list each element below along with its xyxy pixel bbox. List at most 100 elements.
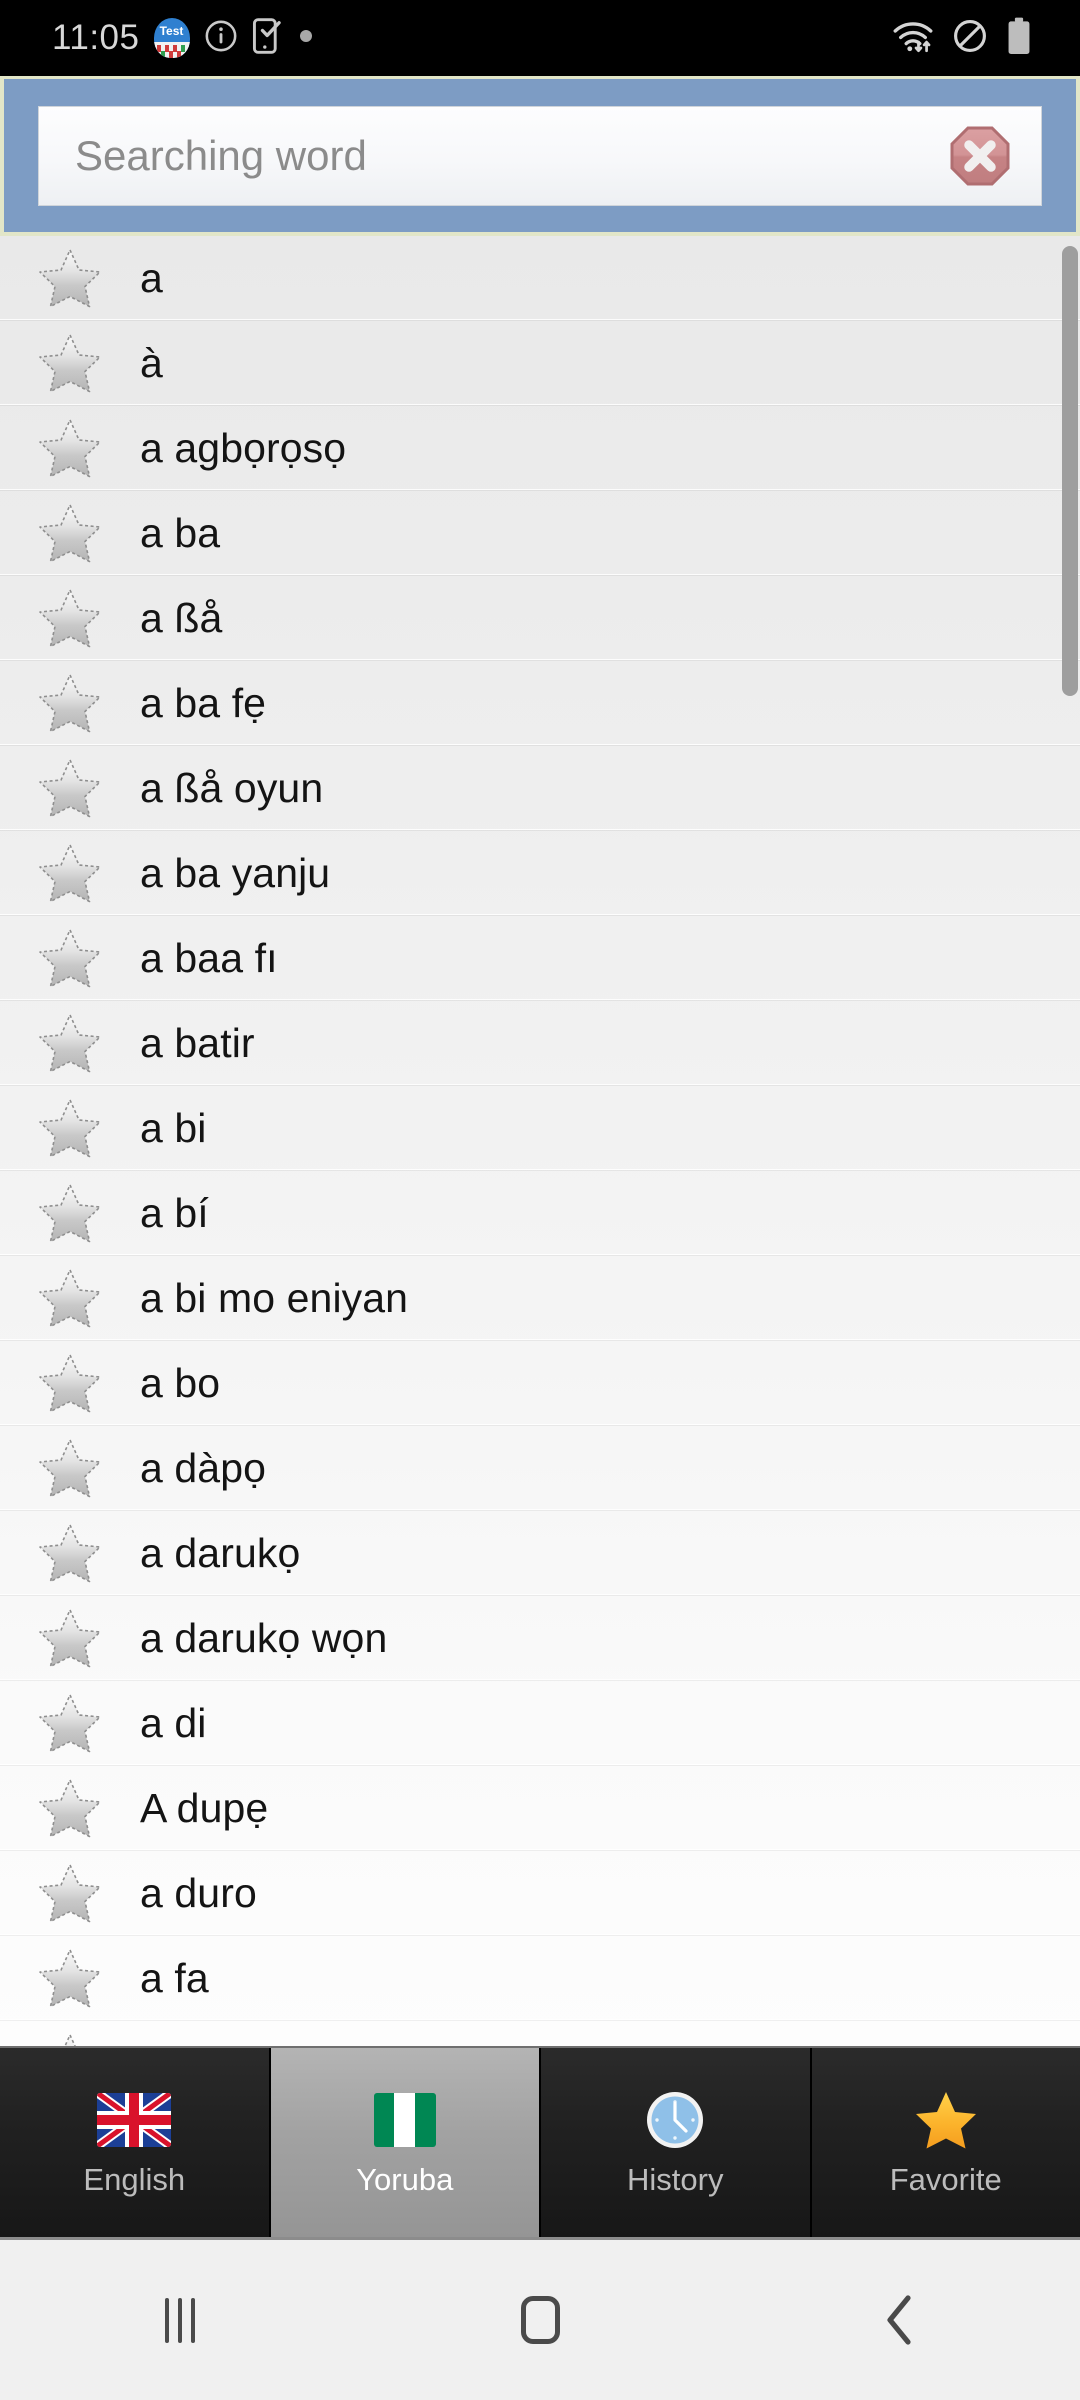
recents-button[interactable]	[120, 2260, 240, 2380]
word-label: a bí	[140, 1189, 209, 1236]
favorite-star-outline-icon[interactable]	[38, 1692, 102, 1754]
word-label: A dupẹ	[140, 1784, 269, 1831]
word-list[interactable]: aà a agbọrọsọ a ba a ßå a ba fẹ a ßå oyun a ba…	[0, 236, 1080, 2046]
test-app-badge-base	[153, 42, 190, 58]
word-label: a fa	[140, 1954, 209, 2001]
battery-full-icon	[1006, 17, 1032, 60]
wifi-data-icon	[892, 19, 934, 58]
word-list-item[interactable]: a ba fẹ	[0, 661, 1080, 746]
favorite-star-outline-icon[interactable]	[38, 672, 102, 734]
status-bar: 11:05 Test	[0, 0, 1080, 76]
favorite-star-outline-icon[interactable]	[38, 1947, 102, 2009]
favorite-star-outline-icon[interactable]	[38, 2032, 102, 2046]
word-label: a baa fı	[140, 934, 278, 981]
word-list-item[interactable]: a bo	[0, 1341, 1080, 1426]
favorite-star-outline-icon[interactable]	[38, 1862, 102, 1924]
favorite-star-outline-icon[interactable]	[38, 757, 102, 819]
word-list-item[interactable]: a bí	[0, 1171, 1080, 1256]
word-label: a batir	[140, 1019, 255, 1066]
uk-flag-icon-wrap	[96, 2088, 172, 2152]
word-list-item[interactable]: a ba yanju	[0, 831, 1080, 916]
word-list-item[interactable]: a fa	[0, 1936, 1080, 2021]
word-label: a ßå oyun	[140, 764, 324, 811]
word-list-item[interactable]: a ßå oyun	[0, 746, 1080, 831]
word-label: a bi mo eniyan	[140, 1274, 409, 1321]
recents-icon	[165, 2297, 195, 2343]
word-list-item[interactable]: a darukọ wọn	[0, 1596, 1080, 1681]
word-label: à	[140, 339, 163, 386]
tab-english[interactable]: English	[0, 2048, 271, 2237]
android-navigation-bar	[0, 2240, 1080, 2400]
status-bar-left-group: 11:05 Test	[0, 17, 314, 59]
back-button[interactable]	[840, 2260, 960, 2380]
favorite-star-outline-icon[interactable]	[38, 1607, 102, 1669]
favorite-star-outline-icon[interactable]	[38, 1097, 102, 1159]
favorite-star-outline-icon[interactable]	[38, 842, 102, 904]
tab-label: English	[83, 2161, 186, 2197]
clock-icon	[647, 2091, 704, 2148]
phone-check-icon	[252, 17, 284, 59]
favorite-star-outline-icon[interactable]	[38, 417, 102, 479]
favorite-star-outline-icon[interactable]	[38, 1267, 102, 1329]
favorite-star-outline-icon[interactable]	[38, 1012, 102, 1074]
word-list-rows: aà a agbọrọsọ a ba a ßå a ba fẹ a ßå oyun a ba…	[0, 236, 1080, 2046]
word-label: a agbọrọsọ	[140, 424, 347, 471]
word-label: a ba fẹ	[140, 679, 267, 726]
tab-yoruba[interactable]: Yoruba	[270, 2048, 541, 2237]
word-list-item[interactable]: a ba	[0, 491, 1080, 576]
word-label: a ba	[140, 509, 221, 556]
home-button[interactable]	[480, 2260, 600, 2380]
favorite-star-outline-icon[interactable]	[38, 332, 102, 394]
word-list-item[interactable]: a bi	[0, 1086, 1080, 1171]
star-filled-icon	[915, 2091, 976, 2148]
word-label: a ßå	[140, 594, 223, 641]
word-label: a dàpọ	[140, 1444, 267, 1491]
word-label: a duro	[140, 1869, 257, 1916]
word-list-item[interactable]: a baa fı	[0, 916, 1080, 1001]
info-circle-icon	[204, 19, 238, 58]
uk-flag-icon	[97, 2092, 172, 2147]
favorite-star-outline-icon[interactable]	[38, 247, 102, 309]
word-list-item[interactable]: a batir	[0, 1001, 1080, 1086]
word-list-item[interactable]: a duro	[0, 1851, 1080, 1936]
word-list-item[interactable]: a darukọ	[0, 1511, 1080, 1596]
favorite-star-outline-icon[interactable]	[38, 587, 102, 649]
word-list-item[interactable]: a ßå	[0, 576, 1080, 661]
tab-favorite[interactable]: Favorite	[811, 2048, 1080, 2237]
favorite-star-outline-icon[interactable]	[38, 502, 102, 564]
word-list-item[interactable]: a dàpọ	[0, 1426, 1080, 1511]
favorite-star-outline-icon[interactable]	[38, 927, 102, 989]
favorite-star-outline-icon[interactable]	[38, 1437, 102, 1499]
word-list-item[interactable]	[0, 2021, 1080, 2046]
tab-history[interactable]: History	[541, 2048, 812, 2237]
dot-icon	[298, 28, 314, 49]
favorite-star-outline-icon[interactable]	[38, 1522, 102, 1584]
tab-label: History	[627, 2161, 724, 2197]
home-icon	[520, 2296, 560, 2344]
word-list-item[interactable]: à	[0, 321, 1080, 406]
favorite-star-outline-icon[interactable]	[38, 1352, 102, 1414]
status-bar-clock: 11:05	[52, 18, 140, 57]
clock-icon-wrap	[637, 2088, 713, 2152]
search-input[interactable]	[39, 107, 889, 204]
list-scrollbar[interactable]	[1062, 246, 1078, 696]
word-label: a darukọ wọn	[140, 1614, 388, 1661]
word-list-item[interactable]: a bi mo eniyan	[0, 1256, 1080, 1341]
word-label: a darukọ	[140, 1529, 301, 1576]
word-list-item[interactable]: A dupẹ	[0, 1766, 1080, 1851]
tab-label: Yoruba	[356, 2161, 454, 2197]
favorite-star-outline-icon[interactable]	[38, 1182, 102, 1244]
word-label: a di	[140, 1699, 207, 1746]
word-list-item[interactable]: a di	[0, 1681, 1080, 1766]
test-app-badge-icon: Test	[153, 18, 190, 58]
nigeria-flag-icon-wrap	[367, 2088, 443, 2152]
word-list-item[interactable]: a agbọrọsọ	[0, 406, 1080, 491]
bottom-tab-bar: English Yoruba History Favorite	[0, 2046, 1080, 2240]
word-list-item[interactable]: a	[0, 236, 1080, 321]
star-filled-icon-wrap	[908, 2088, 984, 2152]
favorite-star-outline-icon[interactable]	[38, 1777, 102, 1839]
search-field[interactable]	[38, 105, 1042, 206]
word-label: a bi	[140, 1104, 207, 1151]
clear-octagon-x-icon	[950, 126, 1010, 185]
clear-search-button[interactable]	[947, 123, 1013, 189]
